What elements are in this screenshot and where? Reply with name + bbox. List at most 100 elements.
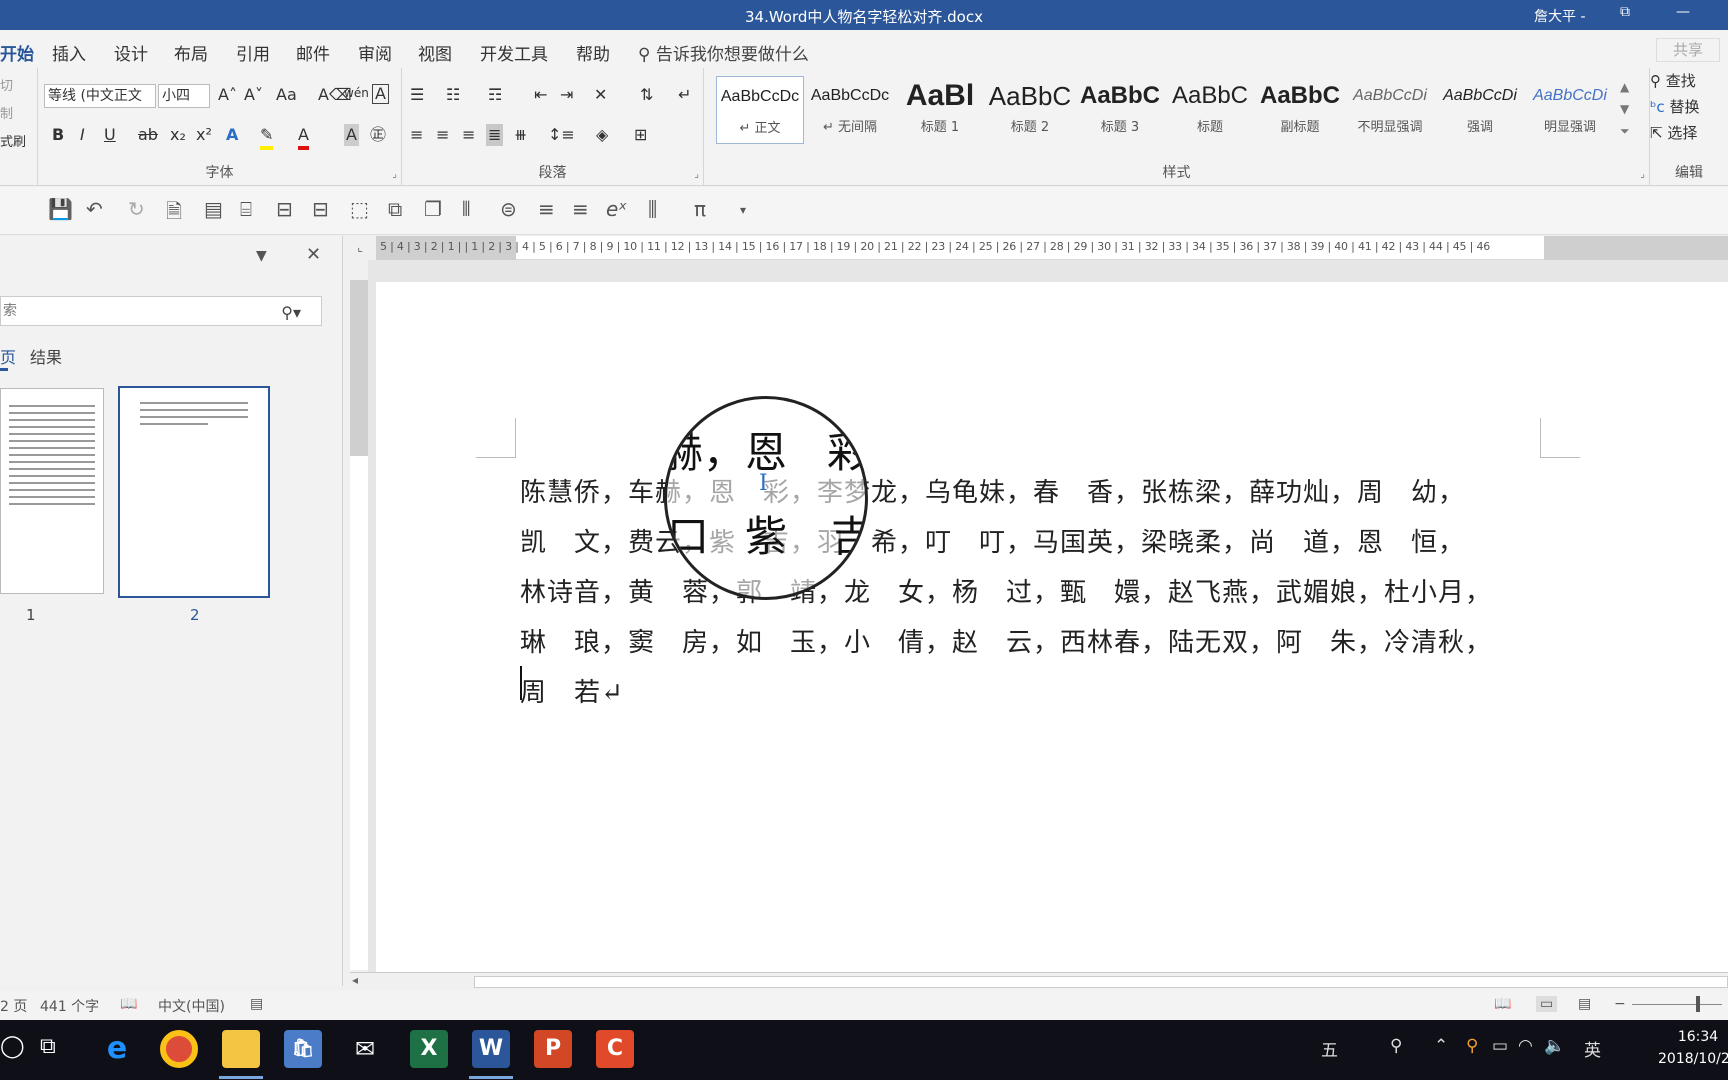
- group-icon[interactable]: ❐: [424, 197, 442, 221]
- bold-icon[interactable]: B: [52, 124, 64, 146]
- styles-scroll-up-icon[interactable]: ▲: [1620, 76, 1629, 98]
- change-case-icon[interactable]: Aa: [276, 84, 297, 106]
- align-left-icon[interactable]: ≡: [410, 124, 423, 146]
- center-icon[interactable]: ≡: [572, 197, 589, 221]
- recorder-icon[interactable]: C: [596, 1030, 634, 1068]
- tab-selector[interactable]: ⌞: [350, 240, 370, 260]
- zoom-slider-thumb[interactable]: [1696, 996, 1700, 1012]
- macro-icon[interactable]: ▤: [250, 996, 263, 1012]
- input-language[interactable]: 英: [1584, 1036, 1601, 1061]
- tray-expand-icon[interactable]: ⌃: [1434, 1036, 1448, 1056]
- scroll-left-icon[interactable]: ◂: [352, 973, 358, 987]
- tab-developer[interactable]: 开发工具: [480, 40, 548, 65]
- bullets-icon[interactable]: ☰: [410, 84, 424, 106]
- style-heading-3[interactable]: AaBbC 标题 3: [1076, 76, 1164, 144]
- insert-above-icon[interactable]: ⊟: [276, 197, 293, 221]
- text-effects-icon[interactable]: A: [226, 124, 238, 146]
- asian-layout-icon[interactable]: ✕: [594, 84, 607, 106]
- print-preview-icon[interactable]: 🗎: [166, 197, 182, 231]
- search-icon[interactable]: ⚲▾: [281, 299, 301, 327]
- cut-button[interactable]: 切: [0, 76, 13, 98]
- minimize-icon[interactable]: —: [1676, 4, 1690, 20]
- horizontal-ruler[interactable]: 5 | 4 | 3 | 2 | 1 | | 1 | 2 | 3 | 4 | 5 …: [376, 236, 1728, 260]
- store-icon[interactable]: 🛍: [284, 1030, 322, 1068]
- multilevel-list-icon[interactable]: ☶: [488, 84, 502, 106]
- decrease-indent-icon[interactable]: ⇤: [534, 84, 547, 106]
- highlight-icon[interactable]: ✎: [260, 124, 274, 150]
- mail-icon[interactable]: ✉: [346, 1030, 384, 1068]
- enclose-char-icon[interactable]: ㊣: [370, 124, 386, 146]
- page-count[interactable]: 2 页: [0, 996, 27, 1016]
- increase-indent-icon[interactable]: ⇥: [560, 84, 573, 106]
- borders-icon[interactable]: ⊞: [634, 124, 647, 146]
- word-count[interactable]: 441 个字: [40, 996, 99, 1016]
- tab-insert[interactable]: 插入: [52, 40, 86, 65]
- phonetic-guide-icon[interactable]: wén: [344, 82, 369, 104]
- select-button[interactable]: ⇱ 选择: [1650, 122, 1697, 144]
- grow-font-icon[interactable]: A˄: [218, 84, 237, 106]
- strikethrough-icon[interactable]: ab: [138, 124, 158, 146]
- read-mode-icon[interactable]: 📖: [1494, 996, 1511, 1012]
- shrink-font-icon[interactable]: A˅: [244, 84, 263, 106]
- language-status[interactable]: 中文(中国): [158, 996, 225, 1016]
- style-no-spacing[interactable]: AaBbCcDc ↵ 无间隔: [806, 76, 894, 144]
- nav-search-input[interactable]: 索 ⚲▾: [0, 296, 322, 326]
- vertical-ruler[interactable]: [350, 280, 368, 970]
- shapes-icon[interactable]: ⧉: [388, 197, 402, 221]
- undo-icon[interactable]: ↶: [86, 197, 103, 221]
- task-view-icon[interactable]: ⧉: [40, 1034, 56, 1059]
- table-icon[interactable]: ▤: [204, 197, 223, 221]
- style-heading-2[interactable]: AaBbC 标题 2: [986, 76, 1074, 144]
- zoom-slider[interactable]: [1632, 1004, 1722, 1005]
- page-thumbnail-2[interactable]: [118, 386, 270, 598]
- pi-symbol-icon[interactable]: π: [694, 197, 706, 221]
- page-break-icon[interactable]: ⌸: [240, 197, 252, 221]
- style-intense-emphasis[interactable]: AaBbCcDi 明显强调: [1526, 76, 1614, 144]
- word-icon[interactable]: W: [472, 1030, 510, 1068]
- sort-icon[interactable]: ⇅: [640, 84, 653, 106]
- tab-view[interactable]: 视图: [418, 40, 452, 65]
- format-painter-button[interactable]: 式刷: [0, 132, 26, 154]
- tab-references[interactable]: 引用: [236, 40, 270, 65]
- redo-icon[interactable]: ↻: [128, 197, 145, 221]
- superscript-icon[interactable]: x²: [196, 124, 212, 146]
- char-shading-icon[interactable]: A: [344, 124, 359, 146]
- align-icon[interactable]: ≡: [538, 197, 555, 221]
- replace-button[interactable]: ᵇc 替换: [1650, 96, 1699, 118]
- restore-icon[interactable]: ⧉: [1620, 4, 1630, 20]
- ime-mode[interactable]: 五: [1321, 1036, 1338, 1061]
- distributed-icon[interactable]: ⧻: [514, 124, 527, 146]
- tab-design[interactable]: 设计: [114, 40, 148, 65]
- page-thumbnail-1[interactable]: [0, 388, 104, 594]
- file-explorer-icon[interactable]: [222, 1030, 260, 1068]
- subscript-icon[interactable]: x₂: [170, 124, 186, 146]
- chrome-icon[interactable]: [160, 1030, 198, 1068]
- find-button[interactable]: ⚲ 查找: [1650, 70, 1696, 92]
- styles-dialog-launcher-icon[interactable]: ⌟: [1640, 169, 1645, 180]
- document-page[interactable]: 陈慧侨，车赫，恩 彩，李梦龙，乌龟妹，春 香，张栋梁，薛功灿，周 幼， 凯 文，…: [376, 282, 1728, 972]
- tab-review[interactable]: 审阅: [358, 40, 392, 65]
- windows-start-icon[interactable]: ◯: [0, 1034, 25, 1059]
- paragraph-dialog-launcher-icon[interactable]: ⌟: [694, 169, 699, 180]
- tab-help[interactable]: 帮助: [576, 40, 610, 65]
- tab-results[interactable]: 结果: [30, 344, 62, 368]
- excel-icon[interactable]: X: [410, 1030, 448, 1068]
- font-size-combo[interactable]: 小四: [158, 84, 210, 108]
- column-break-icon[interactable]: ⫼: [648, 197, 657, 221]
- save-icon[interactable]: 💾: [48, 197, 73, 221]
- underline-icon[interactable]: U: [104, 124, 116, 146]
- columns-icon[interactable]: ⫴: [462, 197, 470, 221]
- tray-app-icon[interactable]: ⚲: [1466, 1036, 1478, 1056]
- merge-icon[interactable]: ⊜: [500, 197, 517, 221]
- edge-icon[interactable]: e: [98, 1030, 136, 1068]
- share-button[interactable]: 共享: [1656, 38, 1720, 62]
- textbox-icon[interactable]: ⬚: [350, 197, 369, 221]
- shading-icon[interactable]: ◈: [596, 124, 608, 146]
- style-emphasis[interactable]: AaBbCcDi 强调: [1436, 76, 1524, 144]
- horizontal-scrollbar[interactable]: ◂: [350, 972, 1728, 990]
- style-heading-1[interactable]: AaBl 标题 1: [896, 76, 984, 144]
- char-border-icon[interactable]: A: [372, 84, 389, 104]
- proofing-icon[interactable]: 📖: [120, 996, 137, 1012]
- copy-button[interactable]: 制: [0, 104, 13, 126]
- insert-below-icon[interactable]: ⊟: [312, 197, 329, 221]
